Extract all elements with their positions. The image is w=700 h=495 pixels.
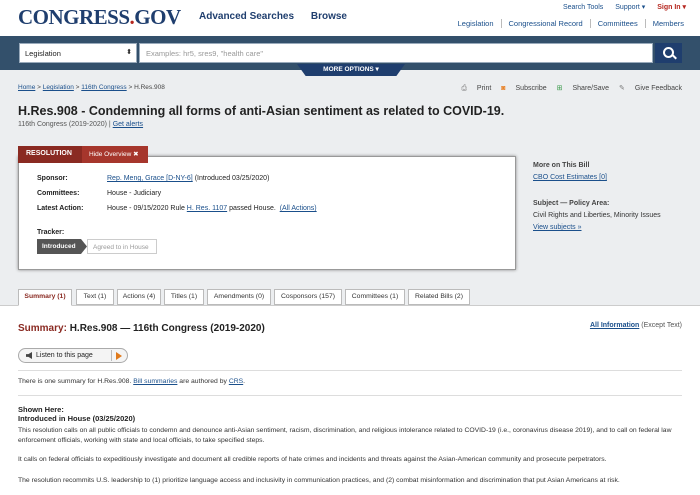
- print-icon: ⎙: [461, 85, 467, 92]
- speaker-icon: [26, 352, 32, 359]
- breadcrumb: Home > Legislation > 116th Congress > H.…: [18, 84, 165, 91]
- all-information: All Information (Except Text): [589, 322, 682, 329]
- page-title: H.Res.908 - Condemning all forms of anti…: [18, 104, 505, 118]
- summary-heading: Summary: H.Res.908 — 116th Congress (201…: [18, 323, 265, 334]
- tab-amendments[interactable]: Amendments (0): [207, 289, 271, 305]
- search-tools-link[interactable]: Search Tools: [563, 4, 603, 11]
- rule-link[interactable]: H. Res. 1107: [187, 205, 227, 212]
- subscribe-link[interactable]: ◙ Subscribe: [501, 85, 546, 92]
- divider: [18, 370, 682, 371]
- tab-titles[interactable]: Titles (1): [164, 289, 204, 305]
- crumb-legislation[interactable]: Legislation: [43, 84, 74, 91]
- get-alerts-link[interactable]: Get alerts: [113, 121, 143, 128]
- tracker-step-introduced: Introduced: [37, 239, 87, 254]
- subnav-congressional-record[interactable]: Congressional Record: [500, 19, 583, 28]
- all-information-link[interactable]: All Information: [590, 322, 639, 329]
- feedback-link[interactable]: ✎ Give Feedback: [619, 85, 682, 92]
- tab-summary[interactable]: Summary (1): [18, 289, 72, 306]
- play-icon[interactable]: [111, 350, 125, 361]
- rss-icon: ◙: [501, 85, 506, 92]
- congress-gov-logo[interactable]: CONGRESS.GOV: [18, 5, 181, 30]
- resolution-label: RESOLUTION: [26, 150, 72, 157]
- feedback-icon: ✎: [619, 85, 625, 92]
- congress-line: 116th Congress (2019-2020) | Get alerts: [18, 121, 144, 128]
- page-tools: ⎙ Print ◙ Subscribe ⊞ Share/Save ✎ Give Feed…: [453, 84, 682, 93]
- print-link[interactable]: ⎙ Print: [461, 85, 491, 92]
- view-subjects-row: View subjects »: [533, 224, 582, 231]
- all-actions-link[interactable]: (All Actions): [280, 205, 317, 212]
- utility-nav: Search Tools Support ▾ Sign In ▾: [553, 3, 686, 11]
- sign-in-menu[interactable]: Sign In ▾: [657, 4, 686, 11]
- site-header: CONGRESS.GOV Advanced Searches Browse Se…: [0, 0, 700, 36]
- search-input[interactable]: Examples: hr5, sres9, "health care": [139, 43, 653, 63]
- crumb-current: H.Res.908: [134, 84, 165, 91]
- search-button[interactable]: [655, 43, 682, 63]
- more-options-button[interactable]: MORE OPTIONS ▾: [297, 64, 405, 76]
- tab-text[interactable]: Text (1): [76, 289, 114, 305]
- sponsor-link[interactable]: Rep. Meng, Grace [D-NY-6]: [107, 175, 193, 182]
- cbo-link[interactable]: CBO Cost Estimates [0]: [533, 174, 607, 181]
- summary-paragraph: The resolution recommits U.S. leadership…: [18, 477, 620, 484]
- collection-nav: Legislation Congressional Record Committee…: [444, 19, 684, 28]
- view-subjects-link[interactable]: View subjects »: [533, 224, 582, 231]
- tab-actions[interactable]: Actions (4): [117, 289, 161, 305]
- listen-button[interactable]: Listen to this page: [18, 348, 128, 363]
- bill-summaries-link[interactable]: Bill summaries: [133, 378, 177, 385]
- overview-panel: Sponsor: Rep. Meng, Grace [D-NY-6] (Intr…: [18, 156, 516, 270]
- subnav-members[interactable]: Members: [644, 19, 684, 28]
- subnav-committees[interactable]: Committees: [589, 19, 638, 28]
- cbo-row: CBO Cost Estimates [0]: [533, 174, 607, 181]
- subnav-legislation[interactable]: Legislation: [451, 19, 494, 28]
- policy-area: Civil Rights and Liberties, Minority Iss…: [533, 212, 661, 219]
- support-menu[interactable]: Support ▾: [615, 4, 645, 11]
- nav-advanced-searches[interactable]: Advanced Searches: [199, 11, 294, 22]
- nav-browse[interactable]: Browse: [311, 11, 347, 22]
- tabs-divider: [0, 305, 700, 306]
- crs-link[interactable]: CRS: [229, 378, 243, 385]
- tracker-label: Tracker:: [37, 229, 65, 236]
- tab-committees[interactable]: Committees (1): [345, 289, 405, 305]
- tab-related-bills[interactable]: Related Bills (2): [408, 289, 470, 305]
- introduced-label: Introduced in House (03/25/2020): [18, 414, 136, 423]
- subject-heading: Subject — Policy Area:: [533, 200, 610, 207]
- crumb-congress[interactable]: 116th Congress: [81, 84, 126, 91]
- divider: [18, 395, 682, 396]
- overview-tab: RESOLUTION Hide Overview ✖: [18, 146, 148, 163]
- hide-overview-button[interactable]: Hide Overview ✖: [82, 146, 148, 163]
- select-caret-icon: ⬍: [126, 49, 132, 56]
- summary-paragraph: This resolution calls on all public offi…: [18, 427, 672, 444]
- collection-select[interactable]: Legislation ⬍: [19, 43, 137, 63]
- share-icon: ⊞: [556, 85, 563, 92]
- summary-note: There is one summary for H.Res.908. Bill…: [18, 378, 246, 385]
- main-nav: Advanced Searches Browse: [199, 11, 361, 22]
- tab-cosponsors[interactable]: Cosponsors (157): [274, 289, 342, 305]
- crumb-home[interactable]: Home: [18, 84, 35, 91]
- shown-here-label: Shown Here:: [18, 405, 64, 414]
- tracker-step-agreed: Agreed to in House: [87, 239, 157, 254]
- more-on-bill-heading: More on This Bill: [533, 162, 590, 169]
- summary-paragraph: It calls on federal officials to expedit…: [18, 456, 607, 463]
- share-link[interactable]: ⊞ Share/Save: [557, 85, 609, 92]
